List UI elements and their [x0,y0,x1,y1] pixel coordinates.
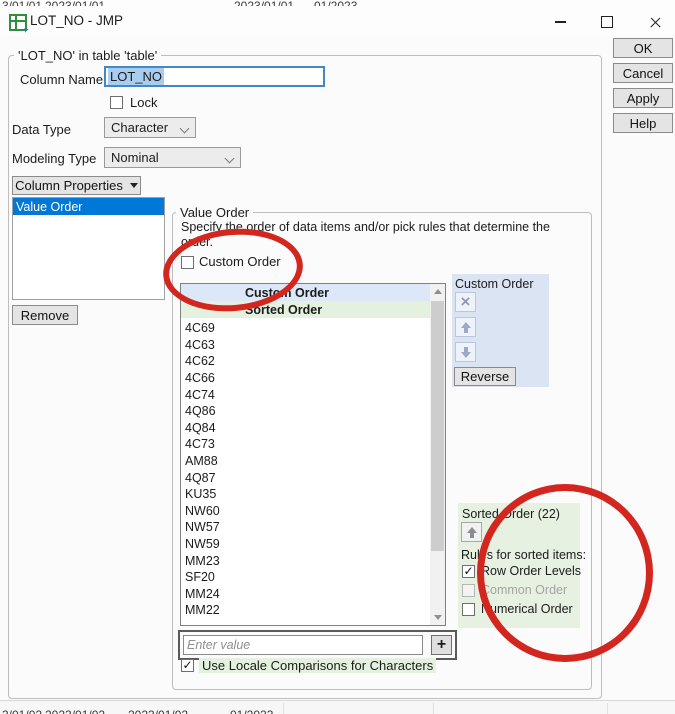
list-item[interactable]: NW57 [181,519,430,536]
list-item[interactable]: 4Q86 [181,403,430,420]
properties-list[interactable]: Value Order [12,197,165,300]
arrow-up-icon [466,526,477,538]
common-order-label: Common Order [481,583,568,597]
apply-button[interactable]: Apply [613,88,673,108]
list-item[interactable]: NW59 [181,536,430,553]
data-type-dropdown[interactable]: Character [104,117,196,138]
list-scrollbar[interactable] [430,284,445,625]
lock-label: Lock [130,95,158,110]
scroll-up-icon[interactable] [430,284,445,299]
list-item[interactable]: 4C73 [181,436,430,453]
row-order-levels-label: Row Order Levels [481,564,582,578]
value-order-group-title: Value Order [176,205,254,220]
locale-checkbox-label: Use Locale Comparisons for Characters [199,658,437,673]
list-item[interactable]: SF20 [181,569,430,586]
bg-date: 3/01/02 [2,708,42,714]
list-item[interactable]: NW60 [181,503,430,520]
check-icon: ✓ [463,563,474,578]
list-item[interactable]: MM24 [181,586,430,603]
minimize-button[interactable] [544,11,576,33]
chevron-down-icon [224,153,235,164]
data-type-value: Character [111,120,169,135]
move-down-button[interactable] [455,342,476,362]
chevron-down-icon [179,123,190,134]
property-item-value-order[interactable]: Value Order [13,198,164,215]
list-item[interactable]: AM88 [181,453,430,470]
modeling-type-dropdown[interactable]: Nominal [104,147,241,168]
background-table-bottom: 3/01/02 2023/01/02 2023/01/02 01/2023 [0,700,675,714]
locale-checkbox[interactable]: ✓ [181,659,194,672]
reverse-button[interactable]: Reverse [454,367,516,386]
close-button[interactable] [639,11,671,33]
value-order-description: Specify the order of data items and/or p… [181,220,550,249]
maximize-icon [601,16,613,28]
enter-value-input[interactable] [183,635,423,655]
bg-date: 01/2023 [230,708,273,714]
rule-numerical-order: Numerical Order [462,602,573,616]
lock-checkbox[interactable] [110,96,123,109]
scroll-down-icon[interactable] [430,610,445,625]
scrollbar-thumb[interactable] [431,301,444,551]
sorted-move-up-button[interactable] [461,522,482,542]
remove-button[interactable]: Remove [12,305,78,325]
rules-label: Rules for sorted items: [461,548,587,562]
list-item[interactable]: MM22 [181,602,430,619]
jmp-column-dialog: LOT_NO - JMP OK Cancel Apply Help 'LOT_N… [0,6,675,700]
numerical-order-checkbox[interactable] [462,602,475,616]
row-order-levels-checkbox[interactable]: ✓ [462,563,475,578]
entry-container: + [178,630,457,660]
ok-button[interactable]: OK [613,38,673,58]
column-properties-label: Column Properties [15,178,123,193]
list-item[interactable]: 4C69 [181,320,430,337]
common-order-checkbox[interactable] [462,583,475,597]
close-icon [649,16,662,29]
arrow-up-icon [460,321,471,333]
list-item[interactable]: 4C63 [181,337,430,354]
cancel-button[interactable]: Cancel [613,63,673,83]
sorted-order-panel-title: Sorted Order (22) [462,507,560,521]
column-group-title: 'LOT_NO' in table 'table' [14,48,162,63]
rule-common-order: Common Order [462,583,567,597]
move-up-button[interactable] [455,317,476,337]
column-name-value: LOT_NO [108,68,165,85]
rule-row-order-levels: ✓ Row Order Levels [462,564,581,578]
column-name-label: Column Name [20,72,104,87]
window-title: LOT_NO - JMP [30,13,124,28]
value-order-list[interactable]: Custom Order Sorted Order 4C69 4C63 4C62 4C… [180,283,446,626]
list-header-sorted-order: Sorted Order [181,301,430,318]
modeling-type-value: Nominal [111,150,159,165]
list-item[interactable]: 4C62 [181,353,430,370]
column-properties-button[interactable]: Column Properties [12,176,141,195]
check-icon: ✓ [182,658,193,672]
delete-x-icon: × [460,292,471,311]
modeling-type-label: Modeling Type [12,151,97,166]
column-name-input[interactable]: LOT_NO [104,66,325,87]
help-button[interactable]: Help [613,113,673,133]
delete-item-button[interactable]: × [455,292,476,312]
bg-date: 2023/01/02 [128,708,188,714]
jmp-app-icon [9,14,29,33]
list-item[interactable]: 4C66 [181,370,430,387]
maximize-button[interactable] [591,11,623,33]
minimize-icon [554,21,566,23]
list-header-custom-order: Custom Order [181,284,430,301]
list-item[interactable]: 4Q84 [181,420,430,437]
list-item[interactable]: KU35 [181,486,430,503]
data-type-label: Data Type [12,122,72,137]
dropdown-triangle-icon [129,183,138,188]
add-value-button[interactable]: + [431,635,452,655]
list-item[interactable]: 4Q87 [181,469,430,486]
arrow-down-icon [461,347,471,358]
numerical-order-label: Numerical Order [481,602,573,616]
list-item[interactable]: 4C74 [181,386,430,403]
bg-date: 2023/01/02 [45,708,105,714]
custom-order-checkbox[interactable] [181,256,194,269]
value-list-items: 4C69 4C63 4C62 4C66 4C74 4Q86 4Q84 4C73 AM88 4Q87… [181,320,430,619]
list-item[interactable]: MM23 [181,552,430,569]
title-bar: LOT_NO - JMP [0,6,675,36]
custom-order-checkbox-label: Custom Order [199,254,281,269]
